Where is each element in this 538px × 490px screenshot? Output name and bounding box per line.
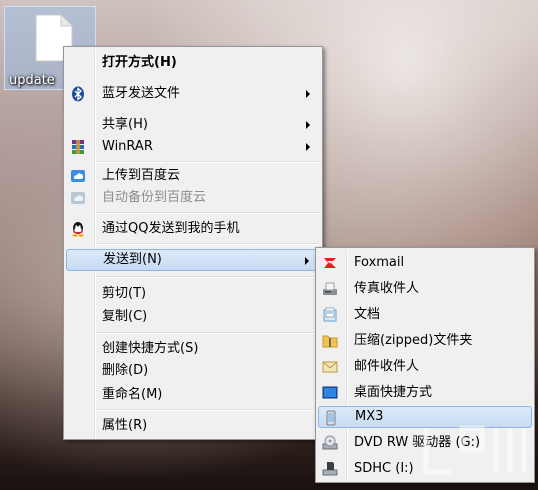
zip-folder-icon — [322, 335, 338, 348]
send-to-desktop-shortcut[interactable]: 桌面快捷方式 — [318, 382, 532, 404]
menu-item-rename[interactable]: 重命名(M) — [66, 384, 320, 406]
menu-item-bluetooth-send[interactable]: 蓝牙发送文件 — [66, 83, 320, 105]
menu-item-cut[interactable]: 剪切(T) — [66, 283, 320, 305]
menu-item-winrar[interactable]: WinRAR — [66, 136, 320, 158]
desktop-shortcut-icon — [322, 386, 338, 399]
foxmail-icon — [324, 258, 336, 268]
send-to-foxmail[interactable]: Foxmail — [318, 252, 532, 274]
menu-separator — [96, 276, 320, 278]
bluetooth-icon — [72, 86, 84, 102]
menu-separator — [96, 212, 320, 214]
menu-item-open-with[interactable]: 打开方式(H) — [66, 52, 320, 74]
menu-item-copy[interactable]: 复制(C) — [66, 306, 320, 328]
qq-icon — [72, 222, 84, 237]
menu-separator — [96, 161, 320, 163]
winrar-icon — [72, 140, 84, 154]
submenu-arrow-icon — [306, 143, 310, 151]
sd-card-icon — [322, 462, 338, 476]
documents-icon — [323, 307, 337, 322]
menu-item-create-shortcut[interactable]: 创建快捷方式(S) — [66, 338, 320, 360]
submenu-arrow-icon — [306, 121, 310, 129]
menu-separator — [96, 409, 320, 411]
menu-item-delete[interactable]: 删除(D) — [66, 360, 320, 382]
dvd-drive-icon — [322, 435, 338, 450]
send-to-zip-folder[interactable]: 压缩(zipped)文件夹 — [318, 330, 532, 352]
context-menu: 打开方式(H) 蓝牙发送文件 共享(H) WinRAR 上传到百度云 自动备份到… — [63, 46, 323, 440]
menu-item-upload-baidu[interactable]: 上传到百度云 — [66, 165, 320, 187]
file-label: update — [9, 73, 55, 88]
mail-recipient-icon — [322, 361, 338, 373]
fax-icon — [323, 282, 337, 295]
baidu-cloud-icon — [71, 170, 85, 182]
send-to-fax-recipient[interactable]: 传真收件人 — [318, 278, 532, 300]
baidu-cloud-backup-icon — [71, 192, 85, 204]
send-to-mail-recipient[interactable]: 邮件收件人 — [318, 356, 532, 378]
menu-separator — [96, 243, 320, 245]
submenu-arrow-icon — [305, 257, 309, 265]
watermark-logo — [423, 425, 527, 475]
menu-item-share[interactable]: 共享(H) — [66, 114, 320, 136]
menu-item-send-to[interactable]: 发送到(N) — [66, 249, 320, 271]
submenu-arrow-icon — [306, 90, 310, 98]
menu-item-auto-backup-baidu: 自动备份到百度云 — [66, 187, 320, 209]
send-to-documents[interactable]: 文档 — [318, 304, 532, 326]
menu-item-qq-send-phone[interactable]: 通过QQ发送到我的手机 — [66, 218, 320, 240]
menu-item-properties[interactable]: 属性(R) — [66, 415, 320, 437]
menu-separator — [96, 332, 320, 334]
phone-icon — [326, 410, 336, 426]
